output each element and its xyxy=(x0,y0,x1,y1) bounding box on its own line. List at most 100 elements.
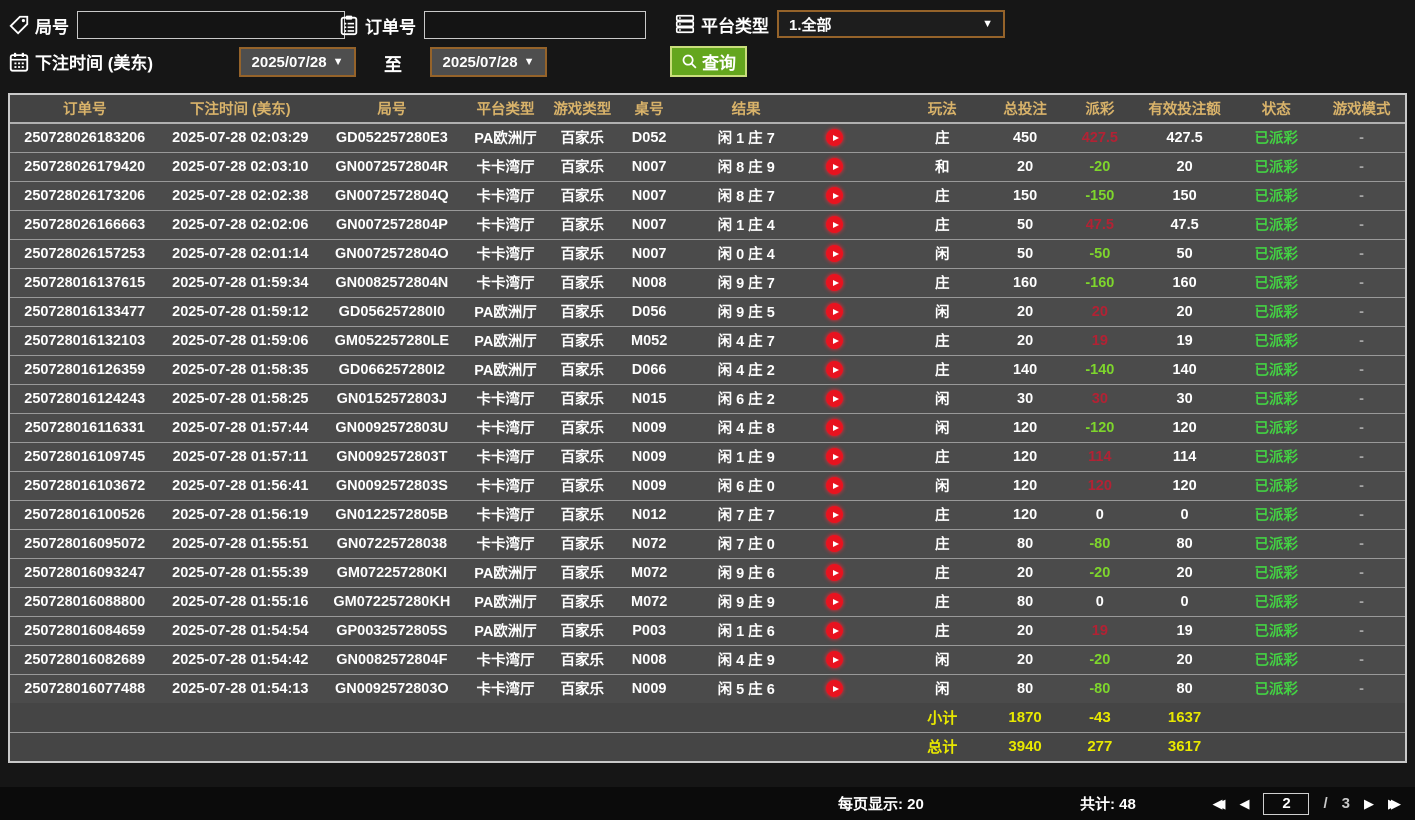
play-video-icon[interactable] xyxy=(826,622,844,639)
cell-platform: PA欧洲厅 xyxy=(462,123,549,153)
next-page-button[interactable]: ▶ xyxy=(1364,797,1374,810)
cell-game-mode: - xyxy=(1318,558,1405,588)
cell-bet-time: 2025-07-28 01:59:12 xyxy=(159,297,322,327)
cell-payout: -80 xyxy=(1064,529,1135,559)
table-row: 250728026179420 2025-07-28 02:03:10 GN00… xyxy=(10,152,1405,182)
play-video-icon[interactable] xyxy=(826,593,844,610)
cell-order-id: 250728026157253 xyxy=(10,239,160,269)
play-video-icon[interactable] xyxy=(826,535,844,552)
cell-game-mode: - xyxy=(1318,297,1405,327)
table-row: 250728026157253 2025-07-28 02:01:14 GN00… xyxy=(10,239,1405,269)
cell-platform: PA欧洲厅 xyxy=(462,326,549,356)
table-row: 250728016126359 2025-07-28 01:58:35 GD06… xyxy=(10,355,1405,385)
cell-order-id: 250728026173206 xyxy=(10,181,160,211)
game-no-input[interactable] xyxy=(77,11,345,39)
play-video-icon[interactable] xyxy=(826,390,844,407)
cell-platform: 卡卡湾厅 xyxy=(462,239,549,269)
cell-platform: 卡卡湾厅 xyxy=(462,152,549,182)
search-button[interactable]: 查询 xyxy=(670,46,747,77)
cell-order-id: 250728016133477 xyxy=(10,297,160,327)
prev-page-button[interactable]: ◀ xyxy=(1239,797,1249,810)
cell-game-type: 百家乐 xyxy=(548,558,617,588)
bet-records-table: 订单号 下注时间 (美东) 局号 平台类型 游戏类型 桌号 结果 玩法 总投注 … xyxy=(8,93,1407,763)
cell-bet-time: 2025-07-28 01:55:51 xyxy=(159,529,322,559)
cell-payout: 19 xyxy=(1064,326,1135,356)
cell-game-no: GD066257280I2 xyxy=(321,355,463,385)
cell-game-mode: - xyxy=(1318,674,1405,703)
platform-type-filter: 平台类型 1.全部 ▼ xyxy=(674,10,1005,38)
cell-play: 庄 xyxy=(899,558,986,588)
play-video-icon[interactable] xyxy=(826,506,844,523)
table-row: 250728016116331 2025-07-28 01:57:44 GN00… xyxy=(10,413,1405,443)
total-count-label: 共计: 48 xyxy=(1080,796,1136,813)
cell-payout: -20 xyxy=(1064,558,1135,588)
cell-game-mode: - xyxy=(1318,471,1405,501)
cell-payout: -120 xyxy=(1064,413,1135,443)
date-to-select[interactable]: 2025/07/28 ▼ xyxy=(430,47,547,77)
cell-result: 闲 8 庄 7 xyxy=(682,181,900,211)
cell-platform: PA欧洲厅 xyxy=(462,558,549,588)
total-pages-label: 3 xyxy=(1341,795,1350,812)
cell-total-bet: 120 xyxy=(985,500,1065,530)
total-label: 总计 xyxy=(899,732,986,761)
cell-game-no: GM072257280KI xyxy=(321,558,463,588)
cell-valid-bet: 80 xyxy=(1134,529,1235,559)
cell-bet-time: 2025-07-28 02:03:10 xyxy=(159,152,322,182)
cell-play: 庄 xyxy=(899,326,986,356)
table-row: 250728016077488 2025-07-28 01:54:13 GN00… xyxy=(10,674,1405,703)
col-status: 状态 xyxy=(1234,95,1319,124)
cell-game-type: 百家乐 xyxy=(548,326,617,356)
cell-game-mode: - xyxy=(1318,442,1405,472)
play-video-icon[interactable] xyxy=(826,651,844,668)
cell-table-no: N008 xyxy=(616,268,683,298)
play-video-icon[interactable] xyxy=(826,564,844,581)
cell-status: 已派彩 xyxy=(1234,355,1319,385)
cell-valid-bet: 0 xyxy=(1134,500,1235,530)
current-page-input[interactable]: 2 xyxy=(1263,792,1310,815)
search-icon xyxy=(681,53,698,70)
first-page-button[interactable]: ◀◀ xyxy=(1212,797,1225,810)
cell-status: 已派彩 xyxy=(1234,297,1319,327)
play-video-icon[interactable] xyxy=(826,274,844,291)
cell-table-no: N009 xyxy=(616,674,683,703)
search-button-wrap: 查询 xyxy=(670,46,747,77)
cell-order-id: 250728016109745 xyxy=(10,442,160,472)
play-video-icon[interactable] xyxy=(826,216,844,233)
platform-type-select[interactable]: 1.全部 ▼ xyxy=(777,10,1005,38)
platform-type-label: 平台类型 xyxy=(701,16,769,36)
play-video-icon[interactable] xyxy=(826,303,844,320)
cell-play: 闲 xyxy=(899,674,986,703)
cell-game-no: GN07225728038 xyxy=(321,529,463,559)
cell-status: 已派彩 xyxy=(1234,210,1319,240)
cell-play: 庄 xyxy=(899,587,986,617)
play-video-icon[interactable] xyxy=(826,680,844,698)
server-stack-icon xyxy=(674,13,696,35)
last-page-button[interactable]: ▶▶ xyxy=(1388,797,1401,810)
cell-game-no: GN0082572804N xyxy=(321,268,463,298)
play-video-icon[interactable] xyxy=(826,332,844,349)
table-row: 250728016084659 2025-07-28 01:54:54 GP00… xyxy=(10,616,1405,646)
play-video-icon[interactable] xyxy=(826,448,844,465)
order-no-input[interactable] xyxy=(424,11,646,39)
chevron-down-icon: ▼ xyxy=(332,56,344,68)
cell-valid-bet: 0 xyxy=(1134,587,1235,617)
cell-order-id: 250728016103672 xyxy=(10,471,160,501)
play-video-icon[interactable] xyxy=(826,187,844,204)
play-video-icon[interactable] xyxy=(826,361,844,378)
cell-play: 庄 xyxy=(899,210,986,240)
date-from-select[interactable]: 2025/07/28 ▼ xyxy=(239,47,356,77)
cell-table-no: D066 xyxy=(616,355,683,385)
cell-payout: -80 xyxy=(1064,674,1135,703)
play-video-icon[interactable] xyxy=(826,419,844,436)
total-valid-bet: 3617 xyxy=(1134,732,1235,761)
play-video-icon[interactable] xyxy=(826,158,844,175)
date-to-value: 2025/07/28 xyxy=(442,53,518,71)
cell-valid-bet: 50 xyxy=(1134,239,1235,269)
play-video-icon[interactable] xyxy=(826,129,844,147)
cell-game-no: GM072257280KH xyxy=(321,587,463,617)
cell-payout: -20 xyxy=(1064,152,1135,182)
play-video-icon[interactable] xyxy=(826,477,844,494)
cell-game-no: GD052257280E3 xyxy=(321,123,463,153)
play-video-icon[interactable] xyxy=(826,245,844,262)
cell-game-no: GN0152572803J xyxy=(321,384,463,414)
